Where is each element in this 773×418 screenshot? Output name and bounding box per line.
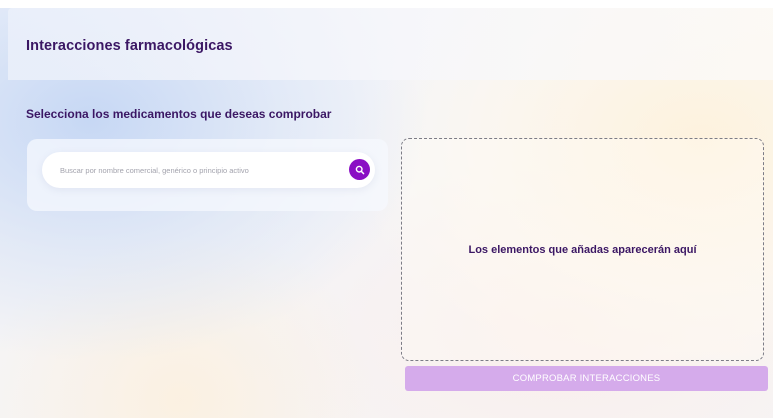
search-input[interactable]: [60, 152, 330, 188]
section-title: Selecciona los medicamentos que deseas c…: [26, 107, 332, 121]
search-box: [42, 152, 375, 188]
empty-state-message: Los elementos que añadas aparecerán aquí: [468, 243, 697, 256]
app-window: Interacciones farmacológicas Selecciona …: [0, 0, 773, 418]
search-button[interactable]: [349, 159, 370, 180]
top-strip: [0, 0, 773, 8]
selected-medications-area: Los elementos que añadas aparecerán aquí: [401, 138, 764, 361]
page-title: Interacciones farmacológicas: [26, 38, 233, 54]
check-interactions-button[interactable]: COMPROBAR INTERACCIONES: [405, 366, 768, 391]
search-icon: [355, 165, 364, 174]
